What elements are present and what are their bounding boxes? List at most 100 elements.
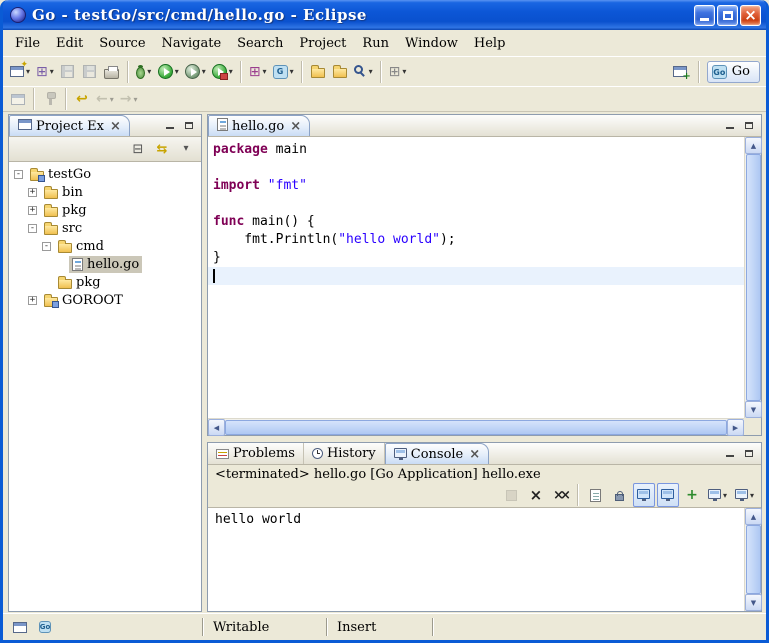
new-go-element-button[interactable]: ⊞▾ xyxy=(33,60,57,84)
close-explorer-tab-icon[interactable]: × xyxy=(110,120,121,133)
dropdown-arrow-icon[interactable]: ▾ xyxy=(369,67,373,76)
dropdown-arrow-icon[interactable]: ▾ xyxy=(723,491,727,500)
scrollbar-thumb[interactable] xyxy=(225,420,727,435)
editor-horizontal-scrollbar[interactable]: ◀ ▶ xyxy=(208,418,744,435)
open-perspective-button[interactable] xyxy=(669,60,691,84)
menu-run[interactable]: Run xyxy=(354,33,397,54)
tree-expander-plus-icon[interactable]: + xyxy=(28,296,37,305)
tab-history[interactable]: History xyxy=(304,443,385,464)
tree-expander-minus-icon[interactable]: - xyxy=(42,242,51,251)
close-tab-icon[interactable]: × xyxy=(469,448,480,461)
menu-search[interactable]: Search xyxy=(229,33,291,54)
run-last-button[interactable]: ▾ xyxy=(182,60,209,84)
dropdown-arrow-icon[interactable]: ▾ xyxy=(147,67,151,76)
new-go-app-button[interactable]: ⊞▾ xyxy=(246,60,270,84)
maximize-view-icon[interactable] xyxy=(741,447,756,461)
dropdown-arrow-icon[interactable]: ▾ xyxy=(263,67,267,76)
tree-expander-plus-icon[interactable]: + xyxy=(28,188,37,197)
view-menu-button[interactable]: ▾ xyxy=(175,137,197,161)
search-button[interactable]: ▾ xyxy=(351,60,376,84)
menu-window[interactable]: Window xyxy=(397,33,466,54)
save-button[interactable] xyxy=(57,60,79,84)
titlebar[interactable]: Go - testGo/src/cmd/hello.go - Eclipse × xyxy=(3,0,766,30)
console-vertical-scrollbar[interactable]: ▲ ▼ xyxy=(744,508,761,611)
open-console-button[interactable]: ▾ xyxy=(732,483,757,507)
scroll-lock-button[interactable] xyxy=(609,483,631,507)
editor-presentation-button[interactable] xyxy=(7,87,29,111)
forward-button[interactable]: →▾ xyxy=(117,87,141,111)
scroll-up-icon[interactable]: ▲ xyxy=(745,508,762,525)
perspective-go-button[interactable]: Go Go xyxy=(707,61,760,83)
tab-console[interactable]: Console× xyxy=(385,443,489,464)
dropdown-arrow-icon[interactable]: ▾ xyxy=(175,67,179,76)
tree-expander-minus-icon[interactable]: - xyxy=(28,224,37,233)
close-editor-tab-icon[interactable]: × xyxy=(290,120,301,133)
dropdown-arrow-icon[interactable]: ▾ xyxy=(133,95,137,104)
print-button[interactable] xyxy=(101,60,123,84)
pin-editor-button[interactable] xyxy=(39,87,61,111)
dropdown-arrow-icon[interactable]: ▾ xyxy=(229,67,233,76)
terminate-button[interactable] xyxy=(501,483,523,507)
scrollbar-thumb[interactable] xyxy=(746,154,761,401)
back-button[interactable]: ←▾ xyxy=(93,87,117,111)
maximize-view-icon[interactable] xyxy=(741,119,756,133)
menu-project[interactable]: Project xyxy=(291,33,354,54)
collapse-all-button[interactable]: ⊟ xyxy=(127,137,149,161)
scroll-down-icon[interactable]: ▼ xyxy=(745,401,762,418)
table-button[interactable]: ⊞▾ xyxy=(386,60,410,84)
tree-item-bin[interactable]: +bin xyxy=(9,183,201,201)
new-wizard-button[interactable]: ▾ xyxy=(7,60,33,84)
tree-expander-minus-icon[interactable]: - xyxy=(14,170,23,179)
link-editor-button[interactable]: ⇆ xyxy=(151,137,173,161)
run-button[interactable]: ▾ xyxy=(155,60,182,84)
go-launch-button[interactable]: Go xyxy=(34,615,56,639)
minimize-view-icon[interactable] xyxy=(722,119,737,133)
tree-item-pkg[interactable]: pkg xyxy=(9,273,201,291)
import-folder-button[interactable] xyxy=(329,60,351,84)
tree-item-cmd[interactable]: -cmd xyxy=(9,237,201,255)
save-all-button[interactable] xyxy=(79,60,101,84)
tab-problems[interactable]: Problems xyxy=(208,443,304,464)
clear-console-button[interactable] xyxy=(585,483,607,507)
maximize-button[interactable] xyxy=(717,5,738,26)
minimize-view-icon[interactable] xyxy=(722,447,737,461)
scroll-left-icon[interactable]: ◀ xyxy=(208,419,225,436)
console-output[interactable]: hello world xyxy=(208,508,744,611)
stdout-toggle-button[interactable] xyxy=(633,483,655,507)
tab-project-explorer[interactable]: Project Ex × xyxy=(9,115,130,136)
dropdown-arrow-icon[interactable]: ▾ xyxy=(290,67,294,76)
dropdown-arrow-icon[interactable]: ▾ xyxy=(750,491,754,500)
stderr-toggle-button[interactable] xyxy=(657,483,679,507)
menu-file[interactable]: File xyxy=(7,33,48,54)
pin-console-button[interactable]: + xyxy=(681,483,703,507)
fast-view-button[interactable] xyxy=(9,615,31,639)
go-command-button[interactable]: G▾ xyxy=(270,60,297,84)
close-button[interactable]: × xyxy=(740,5,761,26)
maximize-view-icon[interactable] xyxy=(181,119,196,133)
tree-expander-plus-icon[interactable]: + xyxy=(28,206,37,215)
remove-launch-button[interactable]: × xyxy=(525,483,547,507)
tree-item-testgo[interactable]: -testGo xyxy=(9,165,201,183)
remove-all-launches-button[interactable]: ×× xyxy=(549,483,571,507)
menu-navigate[interactable]: Navigate xyxy=(154,33,230,54)
minimize-button[interactable] xyxy=(694,5,715,26)
scroll-right-icon[interactable]: ▶ xyxy=(727,419,744,436)
menu-edit[interactable]: Edit xyxy=(48,33,91,54)
tree-item-src[interactable]: -src xyxy=(9,219,201,237)
tree-item-pkg[interactable]: +pkg xyxy=(9,201,201,219)
tree-item-hello-go[interactable]: hello.go xyxy=(9,255,201,273)
dropdown-arrow-icon[interactable]: ▾ xyxy=(110,95,114,104)
open-folder-button[interactable] xyxy=(307,60,329,84)
scrollbar-thumb[interactable] xyxy=(746,525,761,594)
dropdown-arrow-icon[interactable]: ▾ xyxy=(202,67,206,76)
display-console-button[interactable]: ▾ xyxy=(705,483,730,507)
dropdown-arrow-icon[interactable]: ▾ xyxy=(50,67,54,76)
tab-hello-go[interactable]: hello.go × xyxy=(208,115,310,136)
scroll-down-icon[interactable]: ▼ xyxy=(745,594,762,611)
minimize-view-icon[interactable] xyxy=(162,119,177,133)
tree-item-goroot[interactable]: +GOROOT xyxy=(9,291,201,309)
dropdown-arrow-icon[interactable]: ▾ xyxy=(402,67,406,76)
editor-vertical-scrollbar[interactable]: ▲ ▼ xyxy=(744,137,761,418)
scroll-up-icon[interactable]: ▲ xyxy=(745,137,762,154)
menu-source[interactable]: Source xyxy=(91,33,153,54)
